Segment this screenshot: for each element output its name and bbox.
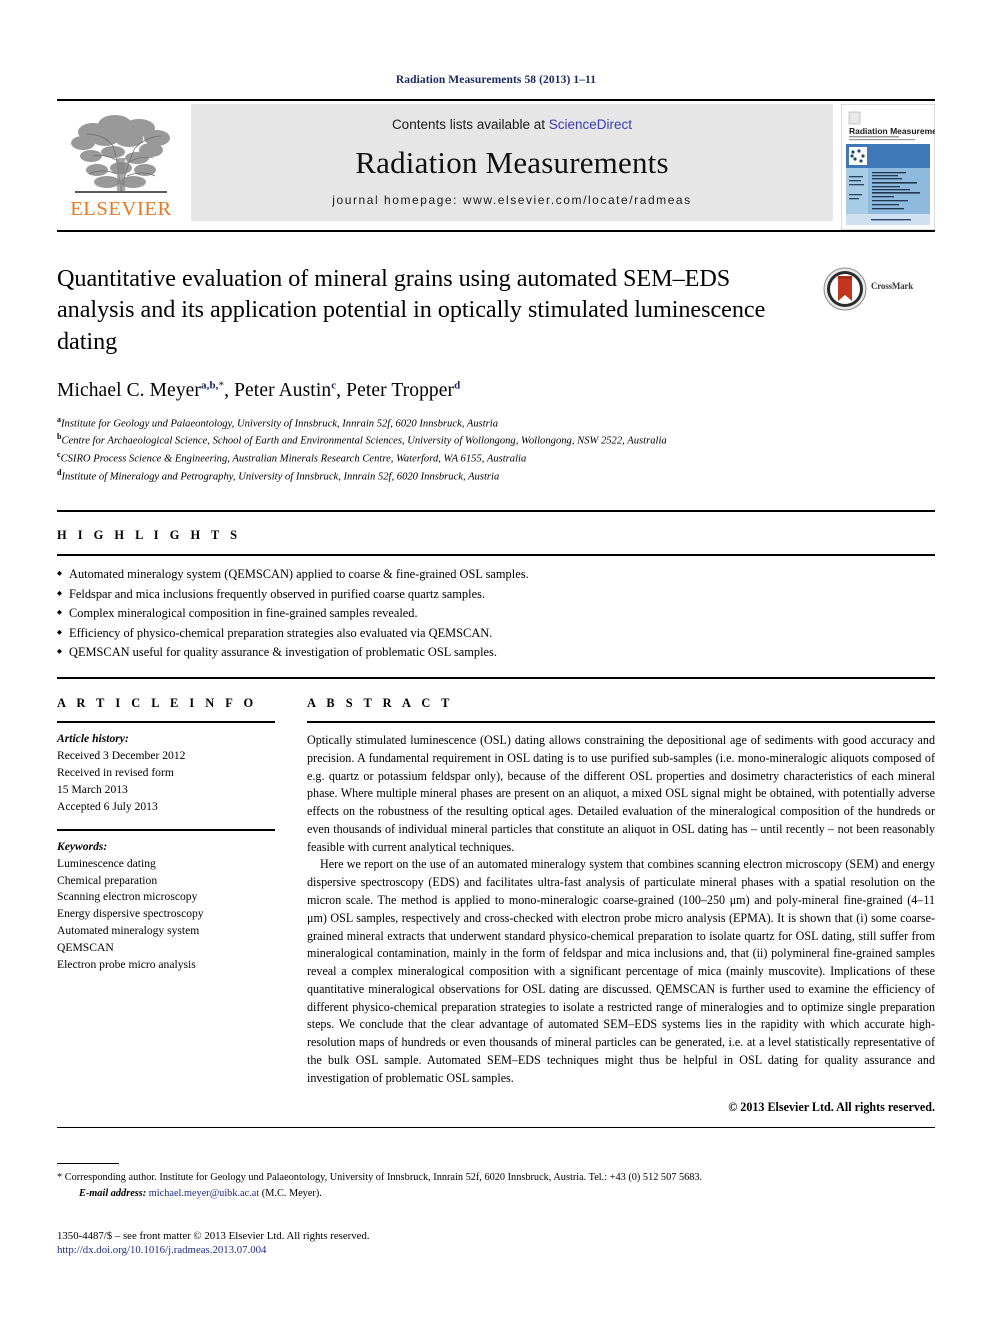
keyword-item: Scanning electron microscopy (57, 890, 198, 904)
journal-title: Radiation Measurements (355, 144, 669, 180)
affiliation-item: dInstitute of Mineralogy and Petrography… (57, 467, 935, 485)
abstract-bottom-rule (57, 1127, 935, 1129)
elsevier-tree-icon (71, 114, 170, 193)
highlights-heading: H I G H L I G H T S (57, 528, 241, 543)
history-item: Received 3 December 2012 (57, 749, 186, 762)
abstract-paragraph: Here we report on the use of an automate… (307, 857, 935, 1085)
abstract-column: A B S T R A C T Optically stimulated lum… (307, 696, 935, 1115)
corresponding-text: Corresponding author. Institute for Geol… (64, 1172, 703, 1183)
title-block: Quantitative evaluation of mineral grain… (57, 263, 935, 357)
author-name: Peter Austin (234, 379, 332, 401)
email-attribution: (M.C. Meyer). (261, 1187, 322, 1199)
keywords-rule (57, 828, 275, 831)
crossmark-icon (823, 267, 867, 311)
highlights-bottom-rule (57, 677, 935, 680)
email-label: E-mail address: (79, 1187, 147, 1199)
author-item: Michael C. Meyera,b,*, (57, 379, 235, 401)
keywords-group: Keywords: Luminescence dating Chemical p… (57, 839, 275, 974)
highlights-top-rule (57, 510, 935, 513)
highlights-list: Automated mineralogy system (QEMSCAN) ap… (57, 565, 935, 663)
author-affil-marks: a,b, (201, 379, 219, 392)
elsevier-logo[interactable]: ELSEVIER (57, 104, 185, 221)
keyword-item: Automated mineralogy system (57, 924, 200, 938)
author-name: Peter Tropper (346, 379, 455, 401)
affiliation-item: bCentre for Archaeological Science, Scho… (57, 431, 935, 449)
contents-prefix: Contents lists available at (391, 117, 549, 132)
affiliation-text: Centre for Archaeological Science, Schoo… (61, 435, 667, 447)
journal-masthead: ELSEVIER Contents lists available at Sci… (57, 103, 950, 231)
article-history-label: Article history: (57, 732, 129, 746)
keyword-item: QEMSCAN (57, 941, 114, 955)
keywords-label: Keywords: (57, 839, 108, 853)
keyword-item: Chemical preparation (57, 873, 158, 887)
abstract-heading: A B S T R A C T (307, 696, 454, 711)
abstract-body: Optically stimulated luminescence (OSL) … (307, 732, 935, 1087)
journal-cover-image: Radiation Measurements (840, 103, 950, 231)
masthead-bottom-rule (57, 230, 935, 232)
affiliation-item: aInstitute for Geology und Palaeontology… (57, 414, 935, 432)
author-sep: , (224, 379, 235, 401)
page-title: Quantitative evaluation of mineral grain… (57, 265, 766, 355)
author-affil-marks: d (454, 379, 461, 392)
contents-available-line: Contents lists available at ScienceDirec… (392, 117, 632, 132)
page-footer: * Corresponding author. Institute for Ge… (57, 1163, 935, 1256)
email-link[interactable]: michael.meyer@uibk.ac.at (149, 1188, 259, 1199)
info-abstract-columns: A R T I C L E I N F O Article history: R… (57, 696, 935, 1115)
running-head: Radiation Measurements 58 (2013) 1–11 (395, 74, 597, 86)
author-item: Peter Austinc, (234, 379, 347, 401)
affiliation-item: cCSIRO Process Science & Engineering, Au… (57, 449, 935, 467)
elsevier-wordmark: ELSEVIER (70, 197, 172, 220)
affiliation-list: aInstitute for Geology und Palaeontology… (57, 414, 935, 484)
highlights-mid-rule (57, 554, 935, 557)
affiliation-text: Institute of Mineralogy and Petrography,… (61, 471, 500, 483)
keyword-item: Luminescence dating (57, 856, 156, 870)
affiliation-text: CSIRO Process Science & Engineering, Aus… (60, 453, 527, 465)
keyword-item: Energy dispersive spectroscopy (57, 907, 204, 921)
history-item: Received in revised form (57, 765, 174, 779)
keyword-item: Electron probe micro analysis (57, 958, 196, 972)
author-list: Michael C. Meyera,b,*, Peter Austinc, Pe… (57, 379, 935, 402)
article-info-column: A R T I C L E I N F O Article history: R… (57, 696, 307, 1115)
author-name: Michael C. Meyer (57, 379, 202, 401)
abstract-copyright: © 2013 Elsevier Ltd. All rights reserved… (728, 1100, 935, 1115)
footnote-separator (57, 1163, 119, 1164)
article-history-group: Article history: Received 3 December 201… (57, 731, 275, 816)
masthead-top-rule (57, 99, 935, 101)
abstract-rule (307, 721, 935, 724)
journal-cover-thumbnail[interactable]: Radiation Measurements (840, 103, 950, 235)
crossmark-label: CrossMark (871, 281, 914, 291)
issn-frontmatter-line: 1350-4487/$ – see front matter © 2013 El… (57, 1229, 370, 1242)
list-item: Feldspar and mica inclusions frequently … (57, 585, 935, 605)
list-item: Automated mineralogy system (QEMSCAN) ap… (57, 565, 935, 585)
journal-homepage-link[interactable]: journal homepage: www.elsevier.com/locat… (332, 193, 691, 207)
masthead-panel: Contents lists available at ScienceDirec… (191, 104, 833, 221)
article-info-rule (57, 721, 275, 724)
list-item: Complex mineralogical composition in fin… (57, 604, 935, 624)
corresponding-author-note: * Corresponding author. Institute for Ge… (57, 1170, 935, 1202)
sciencedirect-link[interactable]: ScienceDirect (549, 117, 632, 132)
doi-link[interactable]: http://dx.doi.org/10.1016/j.radmeas.2013… (57, 1244, 935, 1256)
author-item: Peter Tropperd (346, 379, 461, 401)
list-item: Efficiency of physico-chemical preparati… (57, 624, 935, 644)
list-item: QEMSCAN useful for quality assurance & i… (57, 643, 935, 663)
history-item: Accepted 6 July 2013 (57, 799, 158, 813)
affiliation-text: Institute for Geology und Palaeontology,… (61, 418, 499, 430)
corresponding-star: * (57, 1172, 63, 1183)
svg-text:Radiation Measurements: Radiation Measurements (849, 126, 935, 136)
abstract-paragraph: Optically stimulated luminescence (OSL) … (307, 733, 935, 854)
author-sep: , (336, 379, 347, 401)
history-item: 15 March 2013 (57, 782, 128, 796)
article-info-heading: A R T I C L E I N F O (57, 696, 258, 711)
crossmark-badge[interactable]: CrossMark (823, 263, 935, 357)
journal-article-page: Radiation Measurements 58 (2013) 1–11 EL… (0, 0, 992, 1323)
